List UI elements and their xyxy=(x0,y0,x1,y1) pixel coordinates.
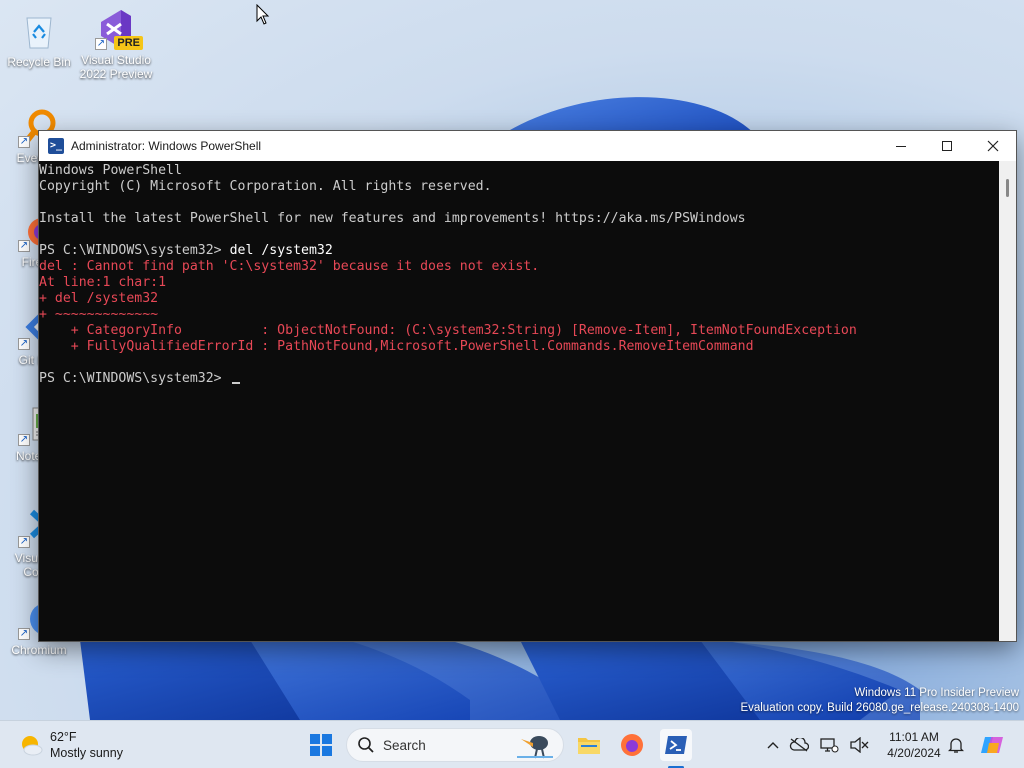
console-error-text: + CategoryInfo : ObjectNotFound: (C:\sys… xyxy=(39,323,857,338)
console-line: Copyright (C) Microsoft Corporation. All… xyxy=(39,179,999,195)
console-line: Windows PowerShell xyxy=(39,163,999,179)
console-error-text: del : Cannot find path 'C:\system32' bec… xyxy=(39,259,540,274)
taskbar: 62°F Mostly sunny Search 11:01 AM 4/20/2… xyxy=(0,720,1024,768)
search-icon xyxy=(358,737,374,753)
console-error-text: At line:1 char:1 xyxy=(39,275,167,290)
console-line: + FullyQualifiedErrorId : PathNotFound,M… xyxy=(39,339,999,355)
shortcut-arrow-icon: ↗ xyxy=(18,338,30,350)
console-line: PS C:\WINDOWS\system32> xyxy=(39,371,999,387)
firefox-icon xyxy=(621,734,643,756)
console-line: At line:1 char:1 xyxy=(39,275,999,291)
mouse-pointer-icon xyxy=(256,4,270,25)
network-button[interactable] xyxy=(816,729,842,761)
start-button[interactable] xyxy=(305,729,337,761)
desktop-icon-visual-studio-preview[interactable]: ↗ PRE Visual Studio 2022 Preview xyxy=(78,8,154,81)
taskbar-powershell[interactable] xyxy=(660,729,692,761)
desktop-icon-recycle-bin[interactable]: Recycle Bin xyxy=(1,10,77,69)
weather-condition: Mostly sunny xyxy=(50,746,123,760)
console-text: Copyright (C) Microsoft Corporation. All… xyxy=(39,179,492,194)
maximize-icon xyxy=(942,141,952,151)
watermark-line-1: Windows 11 Pro Insider Preview xyxy=(854,687,1019,699)
vertical-scrollbar[interactable] xyxy=(999,161,1016,641)
console-text: Windows PowerShell xyxy=(39,163,182,178)
window-titlebar[interactable]: >_ Administrator: Windows PowerShell xyxy=(39,131,1016,161)
volume-button[interactable] xyxy=(846,729,872,761)
taskbar-clock[interactable]: 11:01 AM 4/20/2024 xyxy=(880,729,948,761)
console-error-text: + del /system32 xyxy=(39,291,159,306)
clock-date: 4/20/2024 xyxy=(887,746,941,760)
search-placeholder: Search xyxy=(383,737,426,753)
bell-icon xyxy=(948,738,964,753)
clock-time: 11:01 AM xyxy=(889,730,939,744)
system-tray xyxy=(764,721,869,768)
minimize-button[interactable] xyxy=(878,131,924,161)
taskbar-search-box[interactable]: Search xyxy=(346,728,564,762)
windows-logo-icon xyxy=(310,734,332,756)
shortcut-arrow-icon: ↗ xyxy=(18,240,30,252)
scrollbar-thumb[interactable] xyxy=(1006,179,1009,197)
visual-studio-icon: ↗ PRE xyxy=(95,8,143,50)
close-icon xyxy=(987,140,999,152)
caption-buttons xyxy=(878,131,1016,161)
partly-sunny-icon xyxy=(18,732,44,758)
console-line: PS C:\WINDOWS\system32> del /system32 xyxy=(39,243,999,259)
console-output[interactable]: Windows PowerShell Copyright (C) Microsof… xyxy=(39,161,999,641)
watermark-line-2: Evaluation copy. Build 26080.ge_release.… xyxy=(740,702,1019,714)
close-button[interactable] xyxy=(970,131,1016,161)
show-hidden-icons-button[interactable] xyxy=(764,729,782,761)
onedrive-button[interactable] xyxy=(786,729,812,761)
shortcut-arrow-icon: ↗ xyxy=(18,136,30,148)
maximize-button[interactable] xyxy=(924,131,970,161)
preview-badge: PRE xyxy=(114,36,143,50)
powershell-icon: >_ xyxy=(48,138,64,154)
copilot-icon xyxy=(981,737,1003,753)
console-line: Install the latest PowerShell for new fe… xyxy=(39,211,999,227)
window-title: Administrator: Windows PowerShell xyxy=(71,139,262,153)
cloud-offline-icon xyxy=(789,738,809,752)
chevron-up-icon xyxy=(767,742,779,749)
recycle-bin-icon xyxy=(18,10,60,52)
evaluation-watermark: Windows 11 Pro Insider Preview Evaluatio… xyxy=(740,686,1019,716)
console-error-text: + ~~~~~~~~~~~~~ xyxy=(39,307,159,322)
taskbar-firefox[interactable] xyxy=(616,729,648,761)
desktop-icon-label: Recycle Bin xyxy=(7,55,71,69)
weather-temperature: 62°F xyxy=(50,730,77,744)
shortcut-arrow-icon: ↗ xyxy=(18,536,30,548)
console-prompt: PS C:\WINDOWS\system32> xyxy=(39,371,230,386)
search-highlight-icon xyxy=(517,736,553,759)
console-command: del /system32 xyxy=(229,243,333,258)
console-cursor xyxy=(231,382,240,384)
console-line: + CategoryInfo : ObjectNotFound: (C:\sys… xyxy=(39,323,999,339)
powershell-window[interactable]: >_ Administrator: Windows PowerShell Win… xyxy=(39,131,1016,641)
console-line: + ~~~~~~~~~~~~~ xyxy=(39,307,999,323)
desktop-icon-label: Visual Studio 2022 Preview xyxy=(79,53,153,81)
console-line: + del /system32 xyxy=(39,291,999,307)
minimize-icon xyxy=(896,146,906,147)
desktop-icon-label: Chromium xyxy=(11,643,67,657)
network-icon xyxy=(820,738,839,753)
folder-icon xyxy=(578,738,600,754)
console-error-text: + FullyQualifiedErrorId : PathNotFound,M… xyxy=(39,339,754,354)
copilot-button[interactable] xyxy=(976,729,1008,761)
console-text: Install the latest PowerShell for new fe… xyxy=(39,211,746,226)
taskbar-file-explorer[interactable] xyxy=(573,729,605,761)
speaker-muted-icon xyxy=(850,737,869,753)
notifications-button[interactable] xyxy=(941,729,971,761)
shortcut-arrow-icon: ↗ xyxy=(18,434,30,446)
weather-widget[interactable]: 62°F Mostly sunny xyxy=(18,729,123,761)
powershell-icon xyxy=(665,736,687,754)
console-line: del : Cannot find path 'C:\system32' bec… xyxy=(39,259,999,275)
console-prompt: PS C:\WINDOWS\system32> xyxy=(39,243,230,258)
shortcut-arrow-icon: ↗ xyxy=(95,38,107,50)
shortcut-arrow-icon: ↗ xyxy=(18,628,30,640)
